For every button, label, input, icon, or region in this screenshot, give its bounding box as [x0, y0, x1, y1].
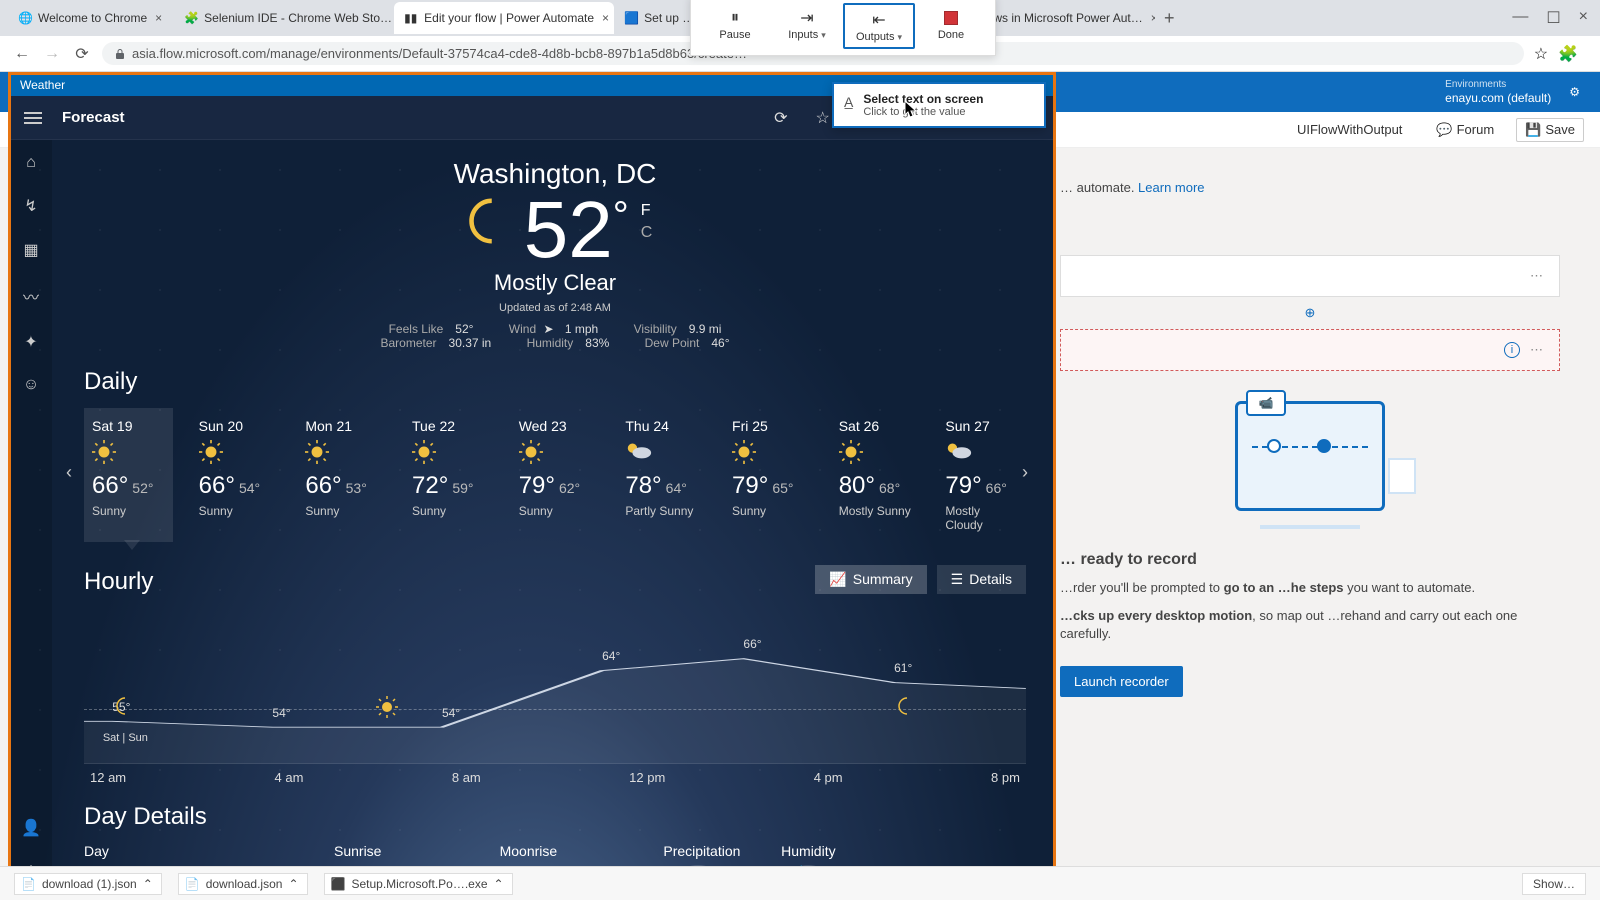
more-icon[interactable]: ⋯ — [1530, 268, 1545, 284]
daily-tile[interactable]: Sat 1966°52°Sunny — [84, 408, 173, 542]
daily-tile[interactable]: Sun 2779°66°Mostly Cloudy — [937, 408, 1026, 542]
moon-icon — [894, 696, 1054, 845]
window-minimize-icon[interactable]: — — [1512, 8, 1528, 28]
tab-2[interactable]: ▮▮Edit your flow | Power Automate× — [394, 2, 614, 34]
cursor-icon — [904, 100, 918, 120]
nav-history-icon[interactable]: 〰 — [23, 284, 39, 308]
daily-tile[interactable]: Sat 2680°68°Mostly Sunny — [831, 408, 920, 542]
chevron-left-icon[interactable]: ‹ — [60, 462, 78, 483]
close-icon[interactable]: × — [600, 11, 611, 25]
camera-icon: 📹 — [1246, 390, 1286, 416]
refresh-icon[interactable]: ⟳ — [774, 108, 787, 128]
daily-heading: Daily — [84, 368, 1026, 396]
condition-text: Mostly Clear — [84, 270, 1026, 296]
more-icon[interactable]: ⋯ — [1530, 342, 1545, 358]
unit-f[interactable]: F — [641, 202, 653, 220]
download-item[interactable]: ⬛ Setup.Microsoft.Po….exe ⌃ — [324, 873, 513, 895]
text-select-icon: A̲ — [844, 94, 853, 110]
flow-name: UIFlowWithOutput — [1297, 122, 1402, 137]
done-button[interactable]: Done — [915, 3, 987, 49]
info-icon[interactable]: i — [1504, 342, 1520, 358]
hourly-heading: Hourly — [84, 568, 153, 596]
url-text: asia.flow.microsoft.com/manage/environme… — [132, 46, 747, 61]
gear-icon[interactable]: ⚙ — [1569, 85, 1580, 99]
window-close-icon[interactable]: × — [1579, 8, 1588, 28]
daily-tile[interactable]: Sun 2066°54°Sunny — [191, 408, 280, 542]
add-step-icon[interactable]: ⊕ — [1060, 305, 1560, 321]
daily-tile[interactable]: Fri 2579°65°Sunny — [724, 408, 813, 542]
stop-icon — [944, 11, 958, 25]
nav-favorites-icon[interactable]: ✦ — [24, 332, 37, 352]
flow-editor-panel: … automate. Learn more ⋯ ⊕ i⋯ 📹 … ready … — [1060, 180, 1560, 697]
nav-news-icon[interactable]: ☺ — [23, 376, 39, 394]
outputs-button[interactable]: ⇤Outputs▾ — [843, 3, 915, 49]
extensions-icon[interactable]: 🧩 — [1558, 44, 1578, 64]
flow-step[interactable]: ⋯ — [1060, 255, 1560, 297]
hourly-chart: 55°54°54°64°66°61° Sat | Sun — [84, 614, 1026, 764]
new-tab-button[interactable]: + — [1155, 8, 1183, 29]
reload-button[interactable]: ⟳ — [72, 44, 92, 64]
summary-button[interactable]: 📈 Summary — [815, 565, 926, 594]
forward-button[interactable]: → — [42, 44, 62, 64]
flow-step-error[interactable]: i⋯ — [1060, 329, 1560, 371]
daily-forecast-row: ‹ › Sat 1966°52°SunnySun 2066°54°SunnyMo… — [84, 408, 1026, 542]
inputs-button[interactable]: ⇥Inputs▾ — [771, 3, 843, 49]
show-all-button[interactable]: Show… — [1522, 873, 1586, 895]
daily-tile[interactable]: Thu 2478°64°Partly Sunny — [617, 408, 706, 542]
download-item[interactable]: 📄 download (1).json ⌃ — [14, 873, 162, 895]
chevron-right-icon[interactable]: › — [1016, 462, 1034, 483]
nav-radar-icon[interactable]: ↯ — [24, 196, 37, 216]
metrics-row: Feels Like52° Wind ➤ 1 mph Visibility9.9… — [84, 322, 1026, 350]
lock-icon — [114, 48, 126, 60]
chevron-up-icon[interactable]: ⌃ — [288, 877, 298, 891]
ready-heading: … ready to record — [1060, 551, 1560, 569]
back-button[interactable]: ← — [12, 44, 32, 64]
bookmark-icon[interactable]: ☆ — [1534, 44, 1548, 64]
launch-recorder-button[interactable]: Launch recorder — [1060, 666, 1183, 697]
nav-maps-icon[interactable]: ▦ — [23, 240, 38, 260]
tab-1[interactable]: 🧩Selenium IDE - Chrome Web Sto…× — [174, 2, 394, 34]
download-item[interactable]: 📄 download.json ⌃ — [178, 873, 308, 895]
daily-tile[interactable]: Wed 2379°62°Sunny — [511, 408, 600, 542]
chevron-down-icon: ▾ — [898, 32, 903, 42]
weather-nav-rail: ⌂ ↯ ▦ 〰 ✦ ☺ 👤 ⚙ — [10, 140, 52, 888]
favorite-icon[interactable]: ☆ — [816, 108, 830, 128]
tab-0[interactable]: 🌐Welcome to Chrome× — [8, 2, 174, 34]
nav-account-icon[interactable]: 👤 — [21, 818, 41, 838]
close-icon[interactable]: × — [153, 11, 164, 25]
chevron-up-icon[interactable]: ⌃ — [143, 877, 153, 891]
learn-more-link[interactable]: Learn more — [1138, 180, 1204, 195]
recorder-illustration: 📹 — [1060, 401, 1560, 529]
details-button[interactable]: ☰ Details — [937, 565, 1026, 594]
unit-c[interactable]: C — [641, 224, 653, 242]
downloads-bar: 📄 download (1).json ⌃ 📄 download.json ⌃ … — [0, 866, 1600, 900]
instruction-text: …rder you'll be prompted to go to an …he… — [1060, 579, 1560, 597]
updated-text: Updated as of 2:48 AM — [84, 302, 1026, 314]
menu-icon[interactable] — [24, 109, 42, 127]
window-maximize-icon[interactable]: ☐ — [1546, 8, 1560, 28]
environment-picker[interactable]: Environments enayu.com (default) — [1445, 79, 1551, 105]
chevron-down-icon: ▾ — [821, 30, 826, 40]
moon-icon — [458, 194, 512, 248]
save-button[interactable]: 💾 Save — [1516, 118, 1584, 142]
current-temp: 52 — [524, 185, 613, 274]
select-text-popup[interactable]: A̲ Select text on screen Click to get th… — [832, 82, 1046, 128]
weather-app-window: Weather Forecast ⟳ ☆ ⇲ ☽ ⋯ Search ⌂ ↯ ▦ … — [10, 74, 1054, 888]
daily-tile[interactable]: Tue 2272°59°Sunny — [404, 408, 493, 542]
chevron-up-icon[interactable]: ⌃ — [494, 877, 504, 891]
page-title: Forecast — [62, 109, 125, 126]
daily-tile[interactable]: Mon 2166°53°Sunny — [297, 408, 386, 542]
pause-button[interactable]: ⏸Pause — [699, 3, 771, 49]
forum-button[interactable]: 💬 Forum — [1428, 119, 1502, 141]
close-icon[interactable]: × — [1149, 11, 1156, 25]
recorder-toolbar: ⏸Pause ⇥Inputs▾ ⇤Outputs▾ Done — [690, 0, 996, 56]
instruction-text: …cks up every desktop motion, so map out… — [1060, 607, 1560, 643]
nav-home-icon[interactable]: ⌂ — [26, 154, 36, 172]
